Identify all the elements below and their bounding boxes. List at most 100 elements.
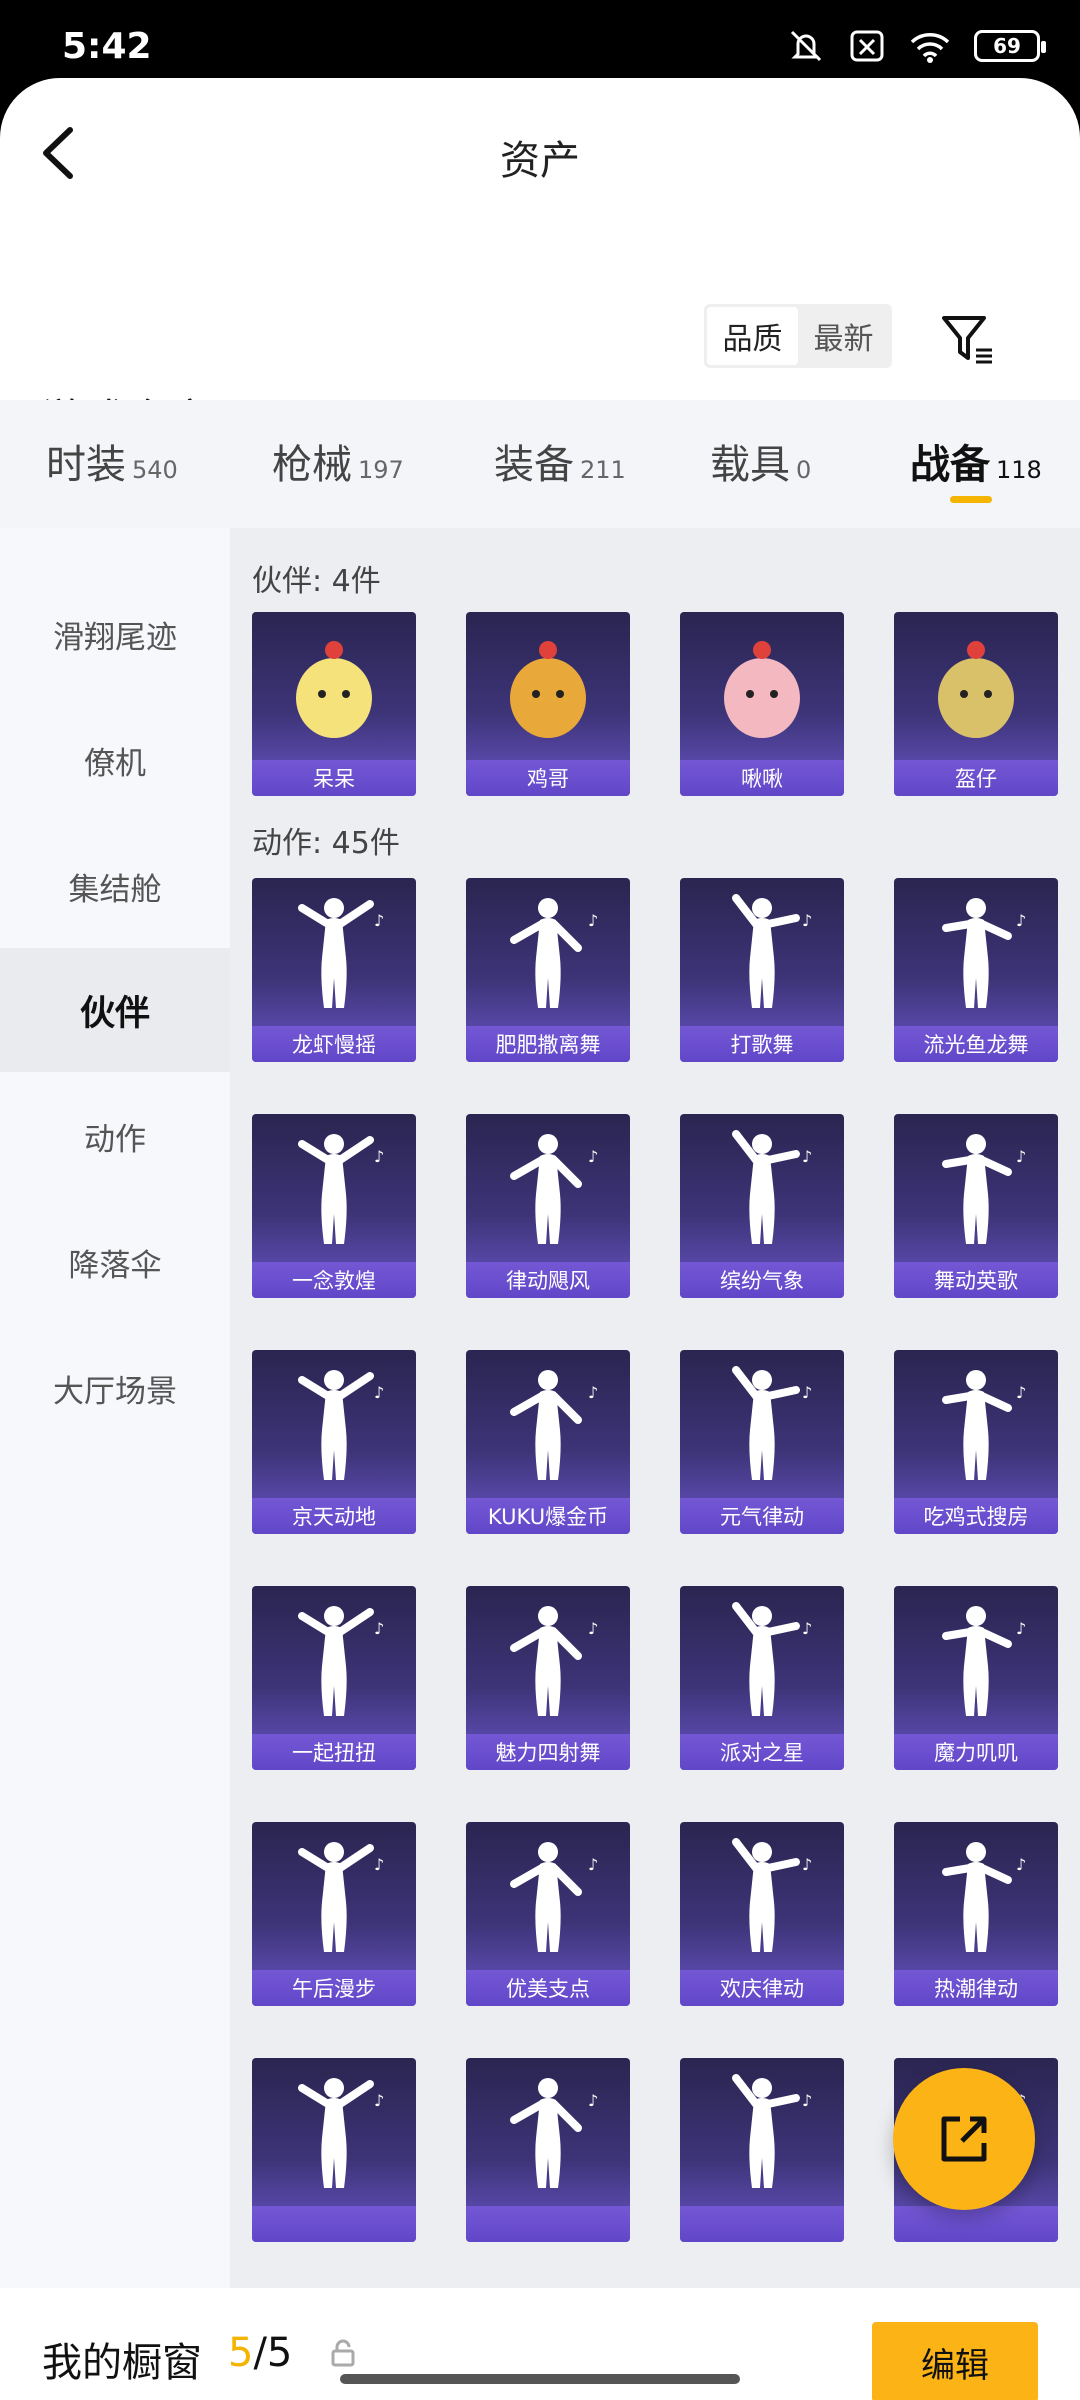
tab-vehicles[interactable]: 载具 0 [710, 432, 811, 490]
partner-card[interactable]: 鸡哥 [466, 612, 630, 796]
emote-card[interactable]: ♪ 魅力四射舞 [466, 1586, 630, 1770]
emote-card[interactable]: ♪ 欢庆律动 [680, 1822, 844, 2006]
partner-card[interactable]: 啾啾 [680, 612, 844, 796]
card-label [252, 2206, 416, 2242]
emote-card[interactable]: ♪ 流光鱼龙舞 [894, 878, 1058, 1062]
card-label: 盔仔 [894, 760, 1058, 796]
dancer-silhouette: ♪ [732, 1602, 812, 1716]
share-fab-button[interactable] [893, 2068, 1035, 2210]
svg-text:♪: ♪ [374, 1855, 384, 1874]
share-icon [941, 2116, 987, 2162]
edit-button[interactable]: 编辑 [872, 2322, 1038, 2400]
emote-card[interactable]: ♪ 热潮律动 [894, 1822, 1058, 2006]
status-icons: 69 [786, 28, 1046, 64]
svg-text:♪: ♪ [374, 911, 384, 930]
tab-count: 118 [996, 456, 1042, 484]
showcase-total: /5 [253, 2330, 293, 2376]
showcase-label: 我的橱窗 [42, 2340, 202, 2386]
emote-card[interactable]: ♪ 京天动地 [252, 1350, 416, 1534]
tab-equipment[interactable]: 装备 211 [494, 432, 626, 490]
card-label: 一念敦煌 [252, 1262, 416, 1298]
card-label: 流光鱼龙舞 [894, 1026, 1058, 1062]
svg-text:♪: ♪ [1016, 911, 1026, 930]
emote-card[interactable]: ♪ 一念敦煌 [252, 1114, 416, 1298]
dancer-silhouette: ♪ [732, 894, 812, 1008]
tab-fashion[interactable]: 时装 540 [46, 432, 178, 490]
tab-label: 时装 [46, 442, 126, 488]
emote-card[interactable]: ♪ 律动飓风 [466, 1114, 630, 1298]
emote-card[interactable]: ♪ 午后漫步 [252, 1822, 416, 2006]
sort-quality-button[interactable]: 品质 [707, 307, 798, 365]
emote-card[interactable]: ♪ 吃鸡式搜房 [894, 1350, 1058, 1534]
sidebar-item-lobby-scene[interactable]: 大厅场景 [0, 1326, 230, 1450]
emote-card[interactable]: ♪ 元气律动 [680, 1350, 844, 1534]
filter-button[interactable] [938, 310, 998, 370]
card-label: 呆呆 [252, 760, 416, 796]
dancer-silhouette: ♪ [510, 1370, 598, 1480]
card-label: 啾啾 [680, 760, 844, 796]
emote-card[interactable]: ♪ KUKU爆金币 [466, 1350, 630, 1534]
partner-illustration [724, 641, 800, 738]
card-label: 魅力四射舞 [466, 1734, 630, 1770]
card-label: 魔力叽叽 [894, 1734, 1058, 1770]
status-bar: 5:42 69 [0, 0, 1080, 80]
card-label: 缤纷气象 [680, 1262, 844, 1298]
tab-readiness[interactable]: 战备 118 [910, 432, 1042, 490]
emote-card[interactable]: ♪ 优美支点 [466, 1822, 630, 2006]
emote-card[interactable]: ♪ 舞动英歌 [894, 1114, 1058, 1298]
svg-text:♪: ♪ [802, 911, 812, 930]
dancer-silhouette: ♪ [732, 1838, 812, 1952]
card-label: 打歌舞 [680, 1026, 844, 1062]
sidebar-item-glide-trail[interactable]: 滑翔尾迹 [0, 572, 230, 696]
card-label [680, 2206, 844, 2242]
tab-label: 装备 [494, 442, 574, 488]
emote-card[interactable]: ♪ 一起扭扭 [252, 1586, 416, 1770]
emote-card[interactable]: ♪ 缤纷气象 [680, 1114, 844, 1298]
card-label: 一起扭扭 [252, 1734, 416, 1770]
svg-text:♪: ♪ [1016, 1383, 1026, 1402]
tab-guns[interactable]: 枪械 197 [272, 432, 404, 490]
partner-card[interactable]: 盔仔 [894, 612, 1058, 796]
active-tab-indicator [950, 496, 992, 503]
sort-toggle: 品质 最新 [704, 304, 892, 368]
emote-card[interactable]: ♪ 肥肥撒离舞 [466, 878, 630, 1062]
dancer-silhouette: ♪ [510, 2078, 598, 2188]
sidebar-item-parachute[interactable]: 降落伞 [0, 1200, 230, 1324]
sidebar-item-pod[interactable]: 集结舱 [0, 824, 230, 948]
dancer-silhouette: ♪ [942, 1606, 1026, 1716]
sidebar-item-emote[interactable]: 动作 [0, 1074, 230, 1198]
item-grid-area: 伙伴: 4件 呆呆 鸡哥 啾啾 盔仔 动作: 45件 ♪ 龙虾慢摇 ♪ 肥肥撒离舞 ♪ 打歌舞 ♪… [230, 528, 1080, 2288]
emote-card[interactable]: ♪ 派对之星 [680, 1586, 844, 1770]
tab-count: 0 [796, 456, 812, 484]
emote-card[interactable]: ♪ [252, 2058, 416, 2242]
svg-text:♪: ♪ [374, 1619, 384, 1638]
dancer-silhouette: ♪ [732, 1130, 812, 1244]
card-label: 元气律动 [680, 1498, 844, 1534]
svg-text:♪: ♪ [588, 1383, 598, 1402]
card-label [894, 2206, 1058, 2242]
card-label: 龙虾慢摇 [252, 1026, 416, 1062]
emote-card[interactable]: ♪ [680, 2058, 844, 2242]
emote-card[interactable]: ♪ 龙虾慢摇 [252, 878, 416, 1062]
partner-illustration [510, 641, 586, 738]
sidebar-item-wingman[interactable]: 僚机 [0, 698, 230, 822]
dancer-silhouette: ♪ [942, 1134, 1026, 1244]
partner-card[interactable]: 呆呆 [252, 612, 416, 796]
sort-newest-button[interactable]: 最新 [798, 307, 889, 365]
card-label [466, 2206, 630, 2242]
emote-card[interactable]: ♪ 打歌舞 [680, 878, 844, 1062]
card-label: 鸡哥 [466, 760, 630, 796]
svg-text:♪: ♪ [374, 2091, 384, 2110]
emote-card[interactable]: ♪ [466, 2058, 630, 2242]
partner-group-label: 伙伴: 4件 [252, 564, 381, 599]
wifi-icon [910, 33, 950, 63]
emote-card[interactable]: ♪ 魔力叽叽 [894, 1586, 1058, 1770]
assets-sheet: 资产 游戏仓库 品质 最新 时装 540 枪械 197 装备 211 载具 0 … [0, 78, 1080, 2400]
lock-icon [331, 2339, 355, 2367]
sidebar-item-partner[interactable]: 伙伴 [0, 948, 230, 1072]
dancer-silhouette: ♪ [510, 1606, 598, 1716]
tab-count: 197 [358, 456, 404, 484]
action-group-label: 动作: 45件 [252, 826, 400, 861]
svg-text:♪: ♪ [802, 1619, 812, 1638]
tab-label: 载具 [710, 442, 790, 488]
